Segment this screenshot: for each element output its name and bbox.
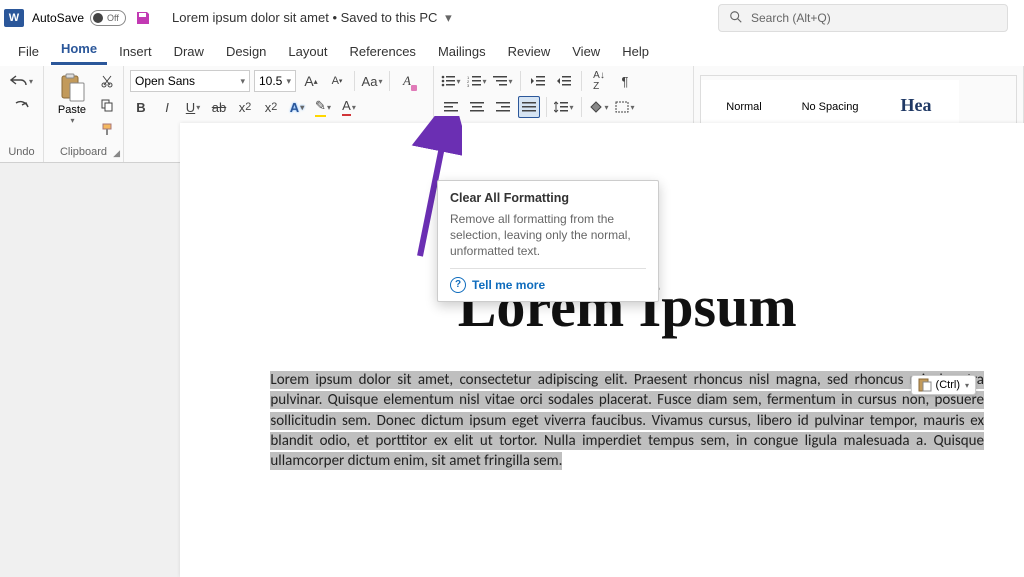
font-name-combo[interactable]: Open Sans▾ [130, 70, 250, 92]
tooltip-clear-formatting: Clear All Formatting Remove all formatti… [437, 180, 659, 302]
paste-button[interactable]: Paste ▾ [50, 70, 94, 127]
document-title[interactable]: Lorem ipsum dolor sit amet • Saved to th… [172, 10, 452, 26]
autosave-state: Off [107, 13, 119, 23]
italic-button[interactable]: I [156, 96, 178, 118]
numbering-button[interactable]: 123▾ [466, 70, 488, 92]
undo-group: ▾ Undo [0, 66, 44, 162]
tooltip-title: Clear All Formatting [450, 191, 646, 205]
title-bar: W AutoSave Off Lorem ipsum dolor sit ame… [0, 0, 1024, 36]
clipboard-launcher[interactable]: ◢ [113, 148, 120, 159]
menu-insert[interactable]: Insert [109, 38, 162, 65]
clipboard-group: Paste ▾ Clipboard ◢ [44, 66, 124, 162]
menu-help[interactable]: Help [612, 38, 659, 65]
autosave-label: AutoSave [32, 11, 84, 25]
align-right-button[interactable] [492, 96, 514, 118]
search-placeholder: Search (Alt+Q) [751, 11, 831, 25]
body-paragraph[interactable]: Lorem ipsum dolor sit amet, consectetur … [270, 370, 984, 471]
underline-button[interactable]: U▾ [182, 96, 204, 118]
left-margin [0, 163, 180, 577]
multilevel-list-button[interactable]: ▾ [492, 70, 514, 92]
word-app-icon: W [4, 9, 24, 27]
line-spacing-button[interactable]: ▾ [553, 96, 575, 118]
shrink-font-button[interactable]: A▾ [326, 70, 348, 92]
menu-view[interactable]: View [562, 38, 610, 65]
highlight-button[interactable]: ✎▾ [312, 96, 334, 118]
menu-review[interactable]: Review [498, 38, 561, 65]
format-painter-button[interactable] [98, 118, 116, 140]
copy-button[interactable] [98, 94, 116, 116]
bold-button[interactable]: B [130, 96, 152, 118]
search-input[interactable]: Search (Alt+Q) [718, 4, 1008, 32]
superscript-button[interactable]: x2 [260, 96, 282, 118]
bullets-button[interactable]: ▾ [440, 70, 462, 92]
tooltip-body: Remove all formatting from the selection… [450, 211, 646, 260]
font-color-button[interactable]: A▾ [338, 96, 360, 118]
undo-group-label: Undo [6, 144, 37, 160]
borders-button[interactable]: ▾ [614, 96, 636, 118]
menu-mailings[interactable]: Mailings [428, 38, 496, 65]
clipboard-group-label: Clipboard [50, 144, 117, 160]
chevron-down-icon[interactable]: ▾ [965, 381, 969, 390]
menu-design[interactable]: Design [216, 38, 276, 65]
text-effects-button[interactable]: A▾ [286, 96, 308, 118]
search-icon [729, 10, 743, 27]
tell-me-more-link[interactable]: ? Tell me more [450, 268, 646, 293]
menu-file[interactable]: File [8, 38, 49, 65]
font-size-combo[interactable]: 10.5▾ [254, 70, 296, 92]
undo-button[interactable]: ▾ [6, 70, 37, 92]
toggle-knob [93, 13, 103, 23]
grow-font-button[interactable]: A▴ [300, 70, 322, 92]
toggle-track[interactable]: Off [90, 10, 126, 26]
save-icon[interactable] [134, 9, 152, 27]
menu-layout[interactable]: Layout [278, 38, 337, 65]
paste-options-button[interactable]: (Ctrl) ▾ [911, 375, 976, 395]
increase-indent-button[interactable] [553, 70, 575, 92]
chevron-down-icon[interactable]: ▾ [445, 10, 452, 25]
chevron-down-icon[interactable]: ▾ [70, 116, 74, 125]
help-icon: ? [450, 277, 466, 293]
menu-draw[interactable]: Draw [164, 38, 214, 65]
subscript-button[interactable]: x2 [234, 96, 256, 118]
show-marks-button[interactable]: ¶ [614, 70, 636, 92]
menu-references[interactable]: References [339, 38, 425, 65]
sort-button[interactable]: A↓Z [588, 70, 610, 92]
justify-button[interactable] [518, 96, 540, 118]
clipboard-icon [58, 72, 86, 104]
selected-text[interactable]: Lorem ipsum dolor sit amet, consectetur … [270, 371, 984, 470]
menu-home[interactable]: Home [51, 35, 107, 65]
align-center-button[interactable] [466, 96, 488, 118]
change-case-button[interactable]: Aa▾ [361, 70, 383, 92]
decrease-indent-button[interactable] [527, 70, 549, 92]
strikethrough-button[interactable]: ab [208, 96, 230, 118]
shading-button[interactable]: ▾ [588, 96, 610, 118]
autosave-toggle[interactable]: AutoSave Off [32, 10, 126, 26]
align-left-button[interactable] [440, 96, 462, 118]
cut-button[interactable] [98, 70, 116, 92]
svg-text:3: 3 [467, 83, 470, 87]
menu-bar: File Home Insert Draw Design Layout Refe… [0, 36, 1024, 66]
clear-formatting-button[interactable]: A [396, 70, 418, 92]
redo-button[interactable] [6, 96, 37, 118]
